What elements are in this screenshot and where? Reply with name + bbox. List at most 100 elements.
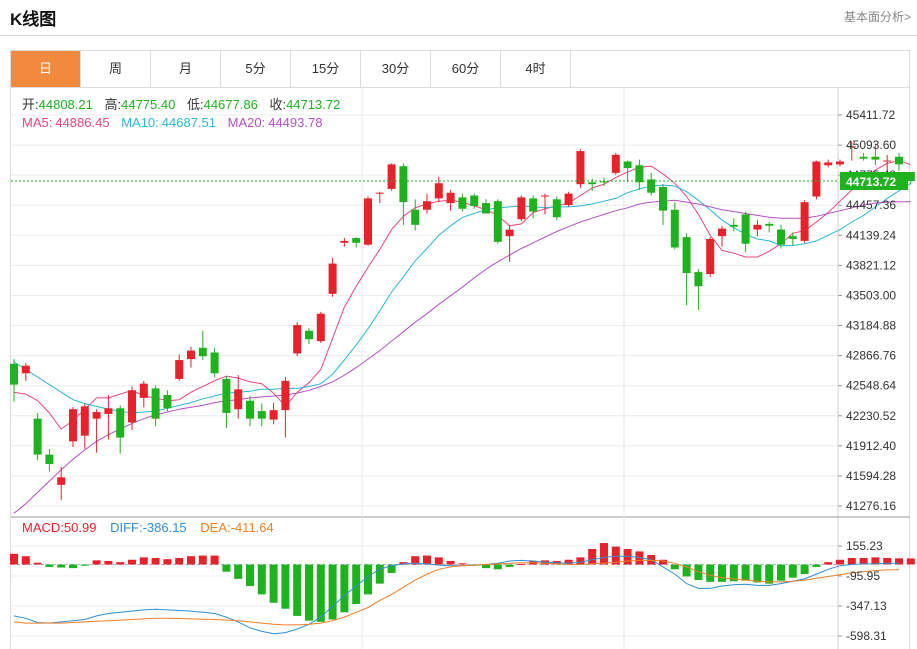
candle-body [541, 195, 549, 197]
price-tick-label-1: 45093.60 [846, 138, 896, 152]
candle-body [198, 347, 207, 357]
candle-body [812, 161, 821, 197]
price-tick-label-13: 41276.16 [846, 499, 896, 513]
macd-bar [847, 557, 856, 565]
candle-body [529, 198, 538, 212]
macd-bar [151, 557, 160, 565]
candle-body [836, 161, 844, 165]
candle-body [328, 263, 337, 294]
open-value: 44808.21 [39, 97, 93, 112]
macd-bar [588, 549, 597, 565]
macd-bar [765, 564, 774, 584]
candle-body [269, 410, 278, 420]
candle-body [493, 201, 502, 242]
ma5-label: MA5: [22, 115, 52, 130]
high-value: 44775.40 [121, 97, 175, 112]
candle-body [399, 166, 408, 203]
candle-body [246, 400, 254, 419]
candle-body [69, 409, 77, 442]
macd-bar [493, 564, 502, 570]
candle-body [387, 164, 396, 189]
candle-body [21, 365, 30, 374]
candle-body [800, 202, 809, 241]
candle-body [45, 454, 54, 465]
macd-bar [210, 555, 219, 565]
macd-bar [316, 564, 325, 622]
macd-bar [741, 564, 750, 581]
candle-body [694, 272, 703, 287]
price-tick-label-3: 44457.36 [846, 198, 896, 212]
candle-body [305, 330, 313, 340]
macd-value: 50.99 [64, 520, 97, 535]
macd-bar [812, 564, 821, 567]
macd-bar [777, 564, 785, 581]
macd-bar [198, 555, 207, 565]
candle-body [788, 236, 797, 240]
macd-bar [706, 564, 715, 582]
candle-body [411, 209, 420, 225]
candle-body [340, 240, 349, 243]
candle-body [446, 192, 455, 204]
candle-body [895, 156, 903, 165]
low-value: 44677.86 [204, 97, 258, 112]
ma-info-line: MA5: 44886.45 MA10: 44687.51 MA20: 44493.78 [22, 115, 322, 130]
candle-body [729, 224, 738, 227]
candle-body [187, 350, 195, 360]
candle-body [364, 198, 372, 245]
macd-label: MACD: [22, 520, 64, 535]
candle-body [859, 156, 868, 159]
kline-chart[interactable]: 45411.7245093.6044775.4844457.3644139.24… [0, 0, 917, 649]
candle-body [80, 406, 89, 436]
candle-body [104, 408, 113, 414]
macd-bar [139, 557, 148, 565]
macd-bar [222, 564, 231, 572]
macd-bar [423, 555, 431, 565]
price-tick-label-6: 43503.00 [846, 288, 896, 302]
candle-body [718, 228, 726, 237]
diff-value: -386.15 [143, 520, 187, 535]
candle-body [33, 418, 42, 455]
price-tick-label-0: 45411.72 [846, 108, 895, 122]
candle-body [163, 395, 172, 409]
moving-average-lines [13, 159, 912, 514]
price-tick-label-7: 43184.88 [846, 319, 896, 333]
ma10-label: MA10: [121, 115, 159, 130]
macd-bar [104, 560, 113, 565]
candle-body [10, 363, 18, 385]
macd-bar [788, 564, 797, 578]
candle-body [871, 156, 880, 160]
price-tick-label-4: 44139.24 [846, 228, 896, 242]
macd-bar [600, 543, 608, 565]
candle-body [706, 239, 715, 274]
candle-body [682, 237, 691, 274]
macd-bar [364, 564, 372, 595]
macd-bar [257, 564, 266, 595]
price-tick-label-5: 43821.12 [846, 258, 896, 272]
candle-body [505, 229, 514, 237]
candle-body [57, 477, 66, 485]
candle-body [175, 360, 184, 379]
macd-bar [128, 559, 136, 565]
dea-value: -411.64 [231, 520, 274, 535]
price-tick-label-11: 41912.40 [846, 439, 896, 453]
macd-bar [281, 564, 290, 609]
candle-body [257, 411, 266, 419]
low-label: 低: [187, 97, 204, 112]
macd-bar [246, 564, 254, 587]
candle-body [458, 197, 467, 209]
diff-label: DIFF: [110, 520, 143, 535]
candle-body [777, 229, 785, 245]
macd-bar [80, 564, 89, 566]
candle-body [316, 313, 325, 342]
macd-bar [269, 564, 278, 603]
candle-body [423, 201, 431, 210]
candle-body [139, 383, 148, 398]
candle-body [517, 197, 526, 220]
candle-body [281, 380, 290, 411]
candle-body [883, 160, 892, 162]
candle-body [824, 162, 833, 166]
candle-body [222, 378, 231, 413]
macd-bar [446, 560, 455, 565]
price-tick-label-12: 41594.28 [846, 469, 896, 483]
macd-bar [824, 562, 833, 565]
